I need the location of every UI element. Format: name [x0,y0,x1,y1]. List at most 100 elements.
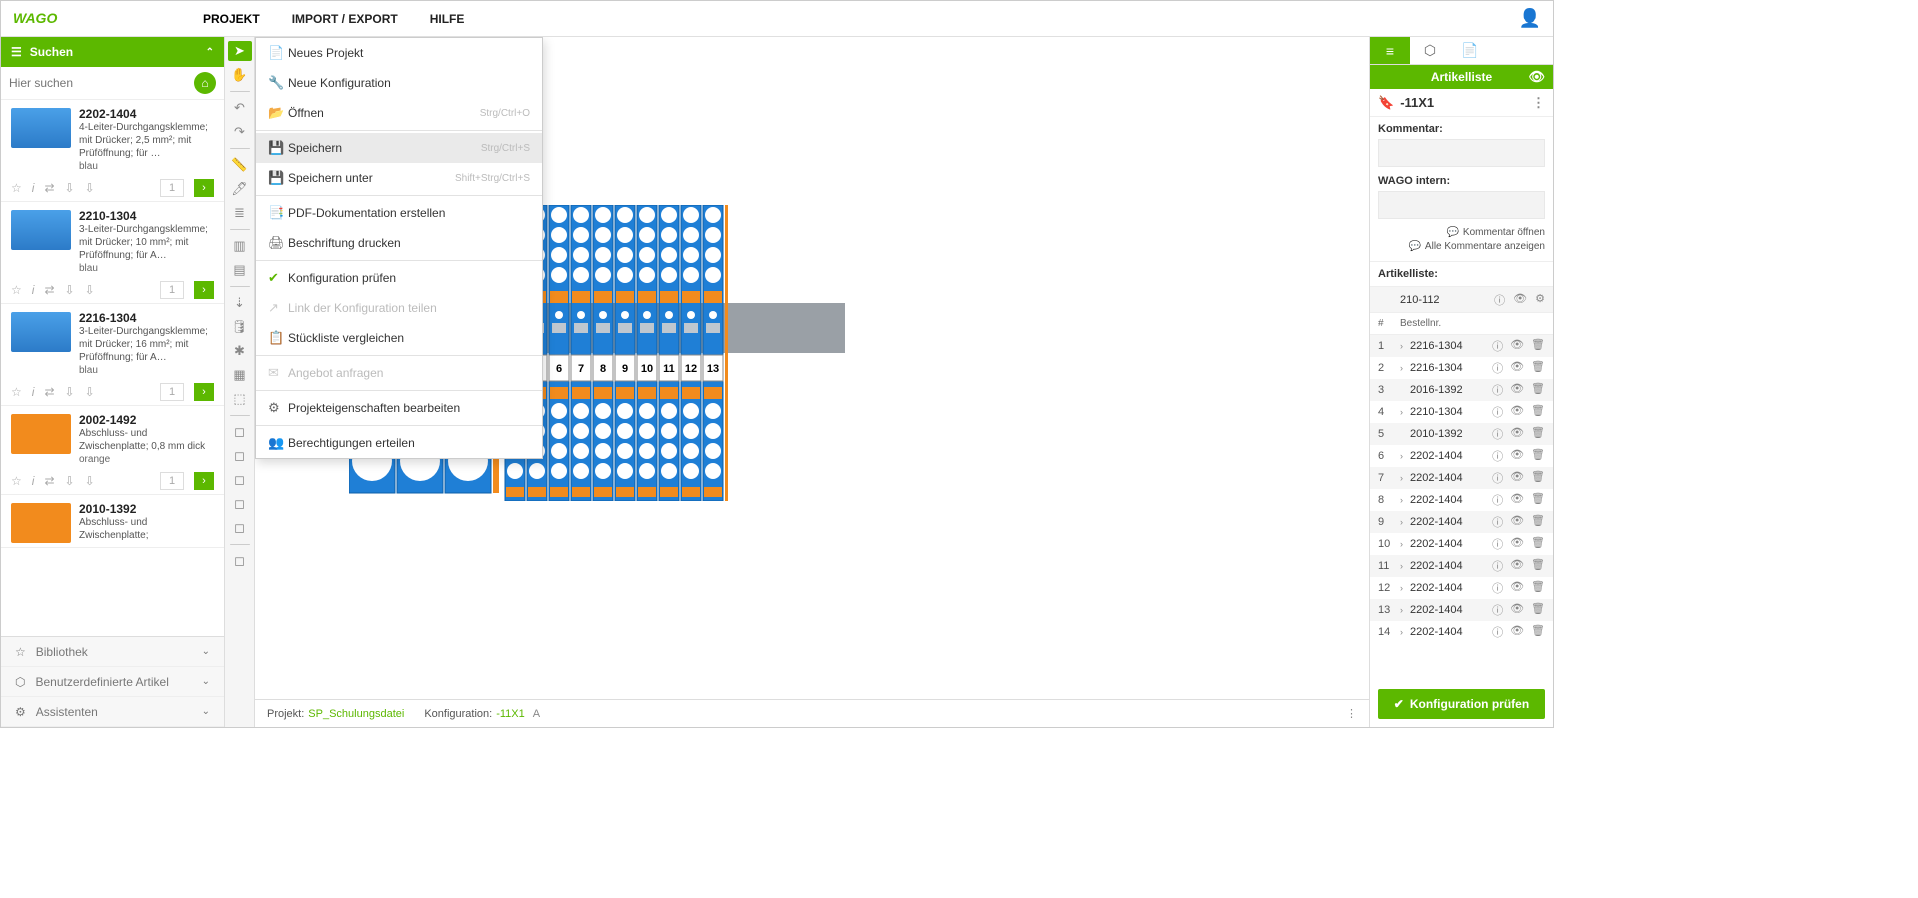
delete-icon[interactable]: 🗑 [1531,558,1545,574]
article-row[interactable]: 10›2202-1404ⓘ👁🗑 [1370,533,1553,555]
menu-speichern[interactable]: 💾SpeichernStrg/Ctrl+S [256,133,542,163]
eye-icon[interactable]: 👁 [1510,602,1524,618]
menu-import-export[interactable]: IMPORT / EXPORT [292,2,398,36]
delete-icon[interactable]: 🗑 [1531,602,1545,618]
menu-neue-konfiguration[interactable]: 🔧Neue Konfiguration [256,68,542,98]
eye-icon[interactable]: 👁 [1528,69,1545,85]
delete-icon[interactable]: 🗑 [1531,492,1545,508]
status-project-name[interactable]: SP_Schulungsdatei [308,708,404,720]
info-icon[interactable]: ⓘ [1492,382,1503,398]
acc-bibliothek[interactable]: ☆Bibliothek⌄ [1,637,224,667]
product-card[interactable]: 2216-1304 3-Leiter-Durchgangsklemme; mit… [1,304,224,406]
info-icon[interactable]: i [32,385,35,399]
eye-icon[interactable]: 👁 [1510,338,1524,354]
add-button[interactable]: › [194,383,214,401]
comment-box[interactable] [1378,139,1545,167]
tool-db[interactable]: 🛢 [228,317,252,337]
tool-box2[interactable]: ◻ [228,446,252,466]
expand-icon[interactable]: › [1400,363,1410,373]
status-config-name[interactable]: -11X1 [496,708,525,720]
delete-icon[interactable]: 🗑 [1531,536,1545,552]
eye-icon[interactable]: 👁 [1510,580,1524,596]
article-row[interactable]: 1›2216-1304ⓘ👁🗑 [1370,335,1553,357]
tool-measure[interactable]: 📏 [228,155,252,175]
acc-benutzerdef[interactable]: ⬡Benutzerdefinierte Artikel⌄ [1,667,224,697]
menu-konfiguration-pr-fen[interactable]: ✔Konfiguration prüfen [256,263,542,293]
tool-pan[interactable]: ✋ [228,65,252,85]
download-icon[interactable]: ⇩ [65,385,75,399]
info-icon[interactable]: i [32,474,35,488]
search-header[interactable]: ☰ Suchen ⌃ [1,37,224,67]
menu-speichern-unter[interactable]: 💾Speichern unterShift+Strg/Ctrl+S [256,163,542,193]
eye-icon[interactable]: 👁 [1510,536,1524,552]
menu-neues-projekt[interactable]: 📄Neues Projekt [256,38,542,68]
article-row[interactable]: 14›2202-1404ⓘ👁🗑 [1370,621,1553,643]
info-icon[interactable]: ⓘ [1492,624,1503,640]
tool-undo[interactable]: ↶ [228,98,252,118]
rtab-3d-icon[interactable]: ⬡ [1410,37,1450,64]
info-icon[interactable]: ⓘ [1492,470,1503,486]
info-icon[interactable]: ⓘ [1492,536,1503,552]
qty-input[interactable]: 1 [160,383,184,401]
eye-icon[interactable]: 👁 [1513,292,1527,308]
info-icon[interactable]: ⓘ [1492,580,1503,596]
product-card[interactable]: 2210-1304 3-Leiter-Durchgangsklemme; mit… [1,202,224,304]
menu--ffnen[interactable]: 📂ÖffnenStrg/Ctrl+O [256,98,542,128]
info-icon[interactable]: ⓘ [1492,492,1503,508]
link-all-comments[interactable]: 💬Alle Kommentare anzeigen [1378,241,1545,252]
info-icon[interactable]: ⓘ [1492,558,1503,574]
expand-icon[interactable]: › [1400,473,1410,483]
tool-redo[interactable]: ↷ [228,122,252,142]
info-icon[interactable]: ⓘ [1492,448,1503,464]
tool-plc[interactable]: ▦ [228,365,252,385]
article-row[interactable]: 6›2202-1404ⓘ👁🗑 [1370,445,1553,467]
star-icon[interactable]: ☆ [11,385,22,399]
link-open-comment[interactable]: 💬Kommentar öffnen [1378,227,1545,238]
info-icon[interactable]: i [32,283,35,297]
eye-icon[interactable]: 👁 [1510,404,1524,420]
tool-box1[interactable]: ◻ [228,422,252,442]
article-row[interactable]: 7›2202-1404ⓘ👁🗑 [1370,467,1553,489]
tool-rail[interactable]: ▥ [228,236,252,256]
eye-icon[interactable]: 👁 [1510,470,1524,486]
info-icon[interactable]: ⓘ [1492,514,1503,530]
compare-icon[interactable]: ⇄ [44,474,54,488]
tool-box4[interactable]: ◻ [228,494,252,514]
tool-box5[interactable]: ◻ [228,518,252,538]
compare-icon[interactable]: ⇄ [44,283,54,297]
product-card[interactable]: 2002-1492 Abschluss- und Zwischenplatte;… [1,406,224,495]
menu-st-ckliste-vergleichen[interactable]: 📋Stückliste vergleichen [256,323,542,353]
eye-icon[interactable]: 👁 [1510,492,1524,508]
article-row[interactable]: 9›2202-1404ⓘ👁🗑 [1370,511,1553,533]
article-row[interactable]: 11›2202-1404ⓘ👁🗑 [1370,555,1553,577]
info-icon[interactable]: ⓘ [1492,602,1503,618]
menu-hilfe[interactable]: HILFE [430,2,465,36]
expand-icon[interactable]: › [1400,341,1410,351]
qty-input[interactable]: 1 [160,179,184,197]
download-icon[interactable]: ⇩ [65,181,75,195]
tool-box6[interactable]: ◻ [228,551,252,571]
tool-drop[interactable]: ⇣ [228,293,252,313]
add-button[interactable]: › [194,472,214,490]
tool-rail2[interactable]: ▤ [228,260,252,280]
expand-icon[interactable]: › [1400,451,1410,461]
eye-icon[interactable]: 👁 [1510,514,1524,530]
qty-input[interactable]: 1 [160,281,184,299]
eye-icon[interactable]: 👁 [1510,426,1524,442]
tool-box3[interactable]: ◻ [228,470,252,490]
tool-cursor[interactable]: ➤ [228,41,252,61]
info-icon[interactable]: ⓘ [1492,338,1503,354]
menu-pdf-dokumentation-erstellen[interactable]: 📑PDF-Dokumentation erstellen [256,198,542,228]
star-icon[interactable]: ☆ [11,474,22,488]
eye-icon[interactable]: 👁 [1510,360,1524,376]
article-row[interactable]: 13›2202-1404ⓘ👁🗑 [1370,599,1553,621]
delete-icon[interactable]: 🗑 [1531,338,1545,354]
eye-icon[interactable]: 👁 [1510,624,1524,640]
star-icon[interactable]: ☆ [11,181,22,195]
add-button[interactable]: › [194,281,214,299]
download2-icon[interactable]: ⇩ [85,474,95,488]
compare-icon[interactable]: ⇄ [44,385,54,399]
delete-icon[interactable]: 🗑 [1531,360,1545,376]
tool-net[interactable]: ✱ [228,341,252,361]
info-icon[interactable]: ⓘ [1492,404,1503,420]
